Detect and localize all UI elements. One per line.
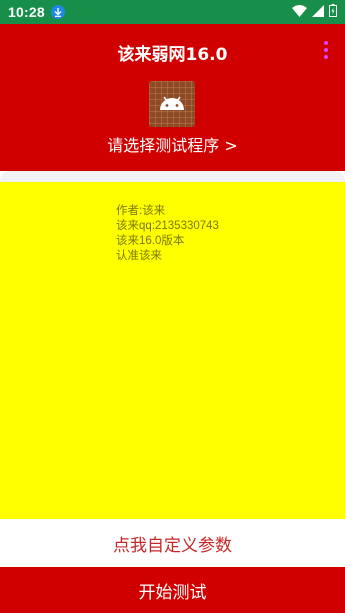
android-icon[interactable] <box>149 81 195 127</box>
status-bar: 10:28 <box>0 0 345 24</box>
custom-params-button[interactable]: 点我自定义参数 <box>0 519 345 567</box>
battery-icon <box>329 4 337 20</box>
log-text: 作者:该来 该来qq:2135330743 该来16.0版本 认准该来 <box>116 204 219 264</box>
download-icon <box>50 5 65 19</box>
start-test-button[interactable]: 开始测试 <box>0 567 345 613</box>
wifi-icon <box>292 4 307 20</box>
log-area: 作者:该来 该来qq:2135330743 该来16.0版本 认准该来 <box>0 182 345 519</box>
status-icons <box>292 4 337 20</box>
app-title: 该来弱网16.0 <box>117 45 228 65</box>
more-vert-icon[interactable] <box>321 41 331 59</box>
app-header: 该来弱网16.0 请选择测试程序 > <box>0 24 345 171</box>
log-line: 认准该来 <box>116 250 162 262</box>
log-line: 该来qq:2135330743 <box>116 220 219 232</box>
log-line: 该来16.0版本 <box>116 235 185 247</box>
screen: 10:28 该来弱网16.0 请选择测试程序 > 作者:该来 该来qq:2135… <box>0 0 345 613</box>
status-time: 10:28 <box>8 4 45 20</box>
log-line: 作者:该来 <box>116 205 166 217</box>
select-program-button[interactable]: 请选择测试程序 > <box>0 132 345 156</box>
signal-icon <box>312 4 324 20</box>
